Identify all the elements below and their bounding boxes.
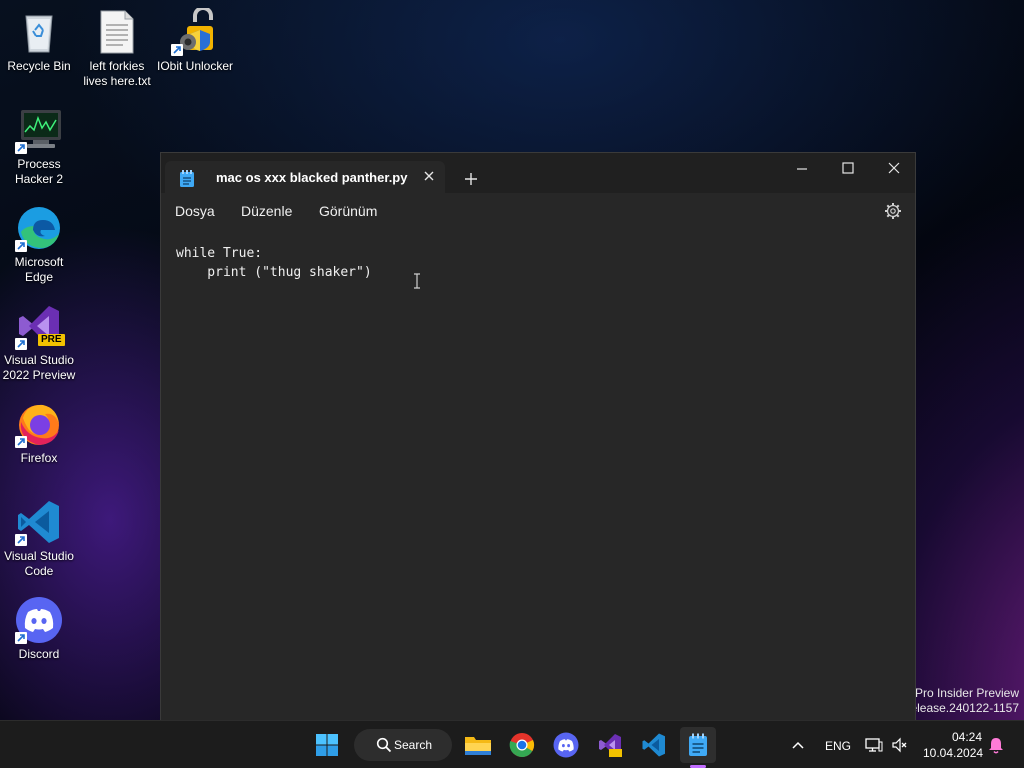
text-file-icon bbox=[93, 8, 141, 56]
iobit-unlocker-icon bbox=[171, 6, 219, 56]
desktop-icon-label: left forkies lives here.txt bbox=[83, 59, 151, 88]
process-hacker-icon bbox=[15, 106, 63, 154]
menu-view[interactable]: Görünüm bbox=[319, 203, 377, 219]
desktop-icon-label: IObit Unlocker bbox=[156, 59, 234, 73]
firefox-icon bbox=[15, 400, 63, 448]
watermark-line1: Pro Insider Preview bbox=[914, 686, 1019, 700]
pre-badge: PRE bbox=[38, 334, 65, 346]
menu-edit[interactable]: Düzenle bbox=[241, 203, 292, 219]
shortcut-arrow-icon bbox=[15, 338, 27, 350]
maximize-icon[interactable] bbox=[825, 153, 871, 185]
start-button-icon[interactable] bbox=[309, 727, 345, 763]
desktop-icon-discord[interactable]: Discord bbox=[0, 596, 78, 662]
windows-build-watermark: Pro Insider Preview release.240122-1157 bbox=[906, 686, 1019, 716]
minimize-icon[interactable] bbox=[779, 153, 825, 185]
desktop-icon-microsoft-edge[interactable]: Microsoft Edge bbox=[0, 204, 78, 285]
shortcut-arrow-icon bbox=[15, 632, 27, 644]
recycle-bin-icon bbox=[15, 8, 63, 56]
shortcut-arrow-icon bbox=[171, 44, 183, 56]
desktop-icon-recycle-bin[interactable]: Recycle Bin bbox=[0, 8, 78, 74]
desktop-icon-label: Discord bbox=[18, 647, 60, 661]
search-icon bbox=[376, 737, 392, 758]
clock-date[interactable]: 10.04.2024 bbox=[923, 746, 983, 760]
language-indicator[interactable]: ENG bbox=[825, 739, 851, 753]
settings-gear-icon[interactable] bbox=[883, 201, 903, 221]
microsoft-edge-icon bbox=[15, 204, 63, 252]
close-window-icon[interactable] bbox=[871, 153, 917, 185]
desktop-icon-label: Process Hacker 2 bbox=[14, 157, 64, 186]
close-tab-icon[interactable] bbox=[417, 164, 441, 188]
tab-active[interactable]: mac os xxx blacked panther.py bbox=[165, 161, 445, 193]
menu-file[interactable]: Dosya bbox=[175, 203, 215, 219]
title-bar[interactable]: mac os xxx blacked panther.py bbox=[161, 153, 915, 193]
text-cursor-icon bbox=[413, 273, 421, 294]
text-editor[interactable]: while True: print ("thug shaker") bbox=[176, 244, 372, 282]
visual-studio-preview-taskbar-icon[interactable] bbox=[592, 727, 628, 763]
desktop-icon-label: Visual Studio Code bbox=[4, 549, 74, 578]
notepad-taskbar-icon[interactable] bbox=[680, 727, 716, 763]
search-label: Search bbox=[394, 738, 433, 752]
discord-icon bbox=[15, 596, 63, 644]
visual-studio-preview-icon: PRE bbox=[15, 302, 65, 350]
notepad-window[interactable]: mac os xxx blacked panther.py Dosya Düze… bbox=[160, 152, 916, 722]
watermark-line2: release.240122-1157 bbox=[906, 701, 1019, 715]
taskbar: Search ENG 04:24 10.04.2024 bbox=[0, 720, 1024, 768]
discord-taskbar-icon[interactable] bbox=[548, 727, 584, 763]
file-explorer-icon[interactable] bbox=[460, 727, 496, 763]
chrome-icon[interactable] bbox=[504, 727, 540, 763]
desktop-icon-label: Visual Studio 2022 Preview bbox=[2, 353, 76, 382]
shortcut-arrow-icon bbox=[15, 436, 27, 448]
tab-title: mac os xxx blacked panther.py bbox=[216, 170, 408, 185]
notification-bell-icon[interactable] bbox=[978, 727, 1014, 763]
desktop-icon-label: Firefox bbox=[20, 451, 58, 465]
desktop-icon-visual-studio-preview[interactable]: PRE Visual Studio 2022 Preview bbox=[0, 302, 78, 383]
desktop-icon-text-file[interactable]: left forkies lives here.txt bbox=[78, 8, 156, 89]
shortcut-arrow-icon bbox=[15, 142, 27, 154]
volume-muted-icon[interactable] bbox=[882, 727, 918, 763]
desktop-icon-label: Recycle Bin bbox=[7, 59, 71, 73]
new-tab-icon[interactable] bbox=[457, 165, 485, 193]
chevron-up-icon[interactable] bbox=[780, 727, 816, 763]
shortcut-arrow-icon bbox=[15, 240, 27, 252]
desktop-icon-label: Microsoft Edge bbox=[14, 255, 64, 284]
desktop-icon-firefox[interactable]: Firefox bbox=[0, 400, 78, 466]
notepad-icon bbox=[179, 170, 195, 193]
shortcut-arrow-icon bbox=[15, 534, 27, 546]
menu-bar: Dosya Düzenle Görünüm bbox=[161, 193, 915, 229]
vscode-taskbar-icon[interactable] bbox=[636, 727, 672, 763]
search-button[interactable]: Search bbox=[354, 729, 452, 761]
desktop-icon-vscode[interactable]: Visual Studio Code bbox=[0, 498, 78, 579]
vscode-icon bbox=[15, 498, 63, 546]
desktop-icon-iobit-unlocker[interactable]: IObit Unlocker bbox=[156, 6, 234, 74]
desktop-icon-process-hacker[interactable]: Process Hacker 2 bbox=[0, 106, 78, 187]
